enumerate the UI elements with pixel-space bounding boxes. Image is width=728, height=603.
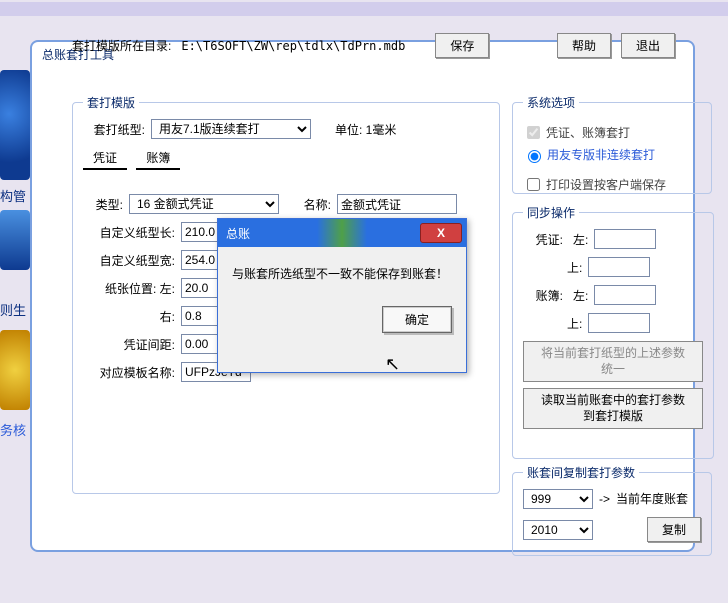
left-art-1	[0, 70, 30, 180]
path-label: 套打模版所在目录:	[72, 37, 171, 54]
tmpl-name-label: 对应模板名称:	[83, 364, 175, 381]
sync-left-label-2: 左:	[573, 287, 588, 304]
save-button[interactable]: 保存	[435, 33, 489, 58]
sync-top-label-2: 上:	[567, 315, 582, 332]
left-art-2	[0, 210, 30, 270]
radio-noncontinuous[interactable]	[528, 150, 541, 163]
legend-sysopt: 系统选项	[523, 94, 579, 111]
copy-year-select[interactable]: 2010	[523, 520, 593, 540]
paper-type-label: 套打纸型:	[83, 121, 145, 138]
copy-dest-label: 当前年度账套	[616, 492, 688, 506]
close-icon[interactable]: X	[420, 223, 462, 243]
modal-body: 与账套所选纸型不一致不能保存到账套！	[218, 247, 466, 300]
left-art-3	[0, 330, 30, 410]
copy-src-select[interactable]: 999	[523, 489, 593, 509]
exit-button[interactable]: 退出	[621, 33, 675, 58]
modal-dialog: 总账 X 与账套所选纸型不一致不能保存到账套！ 确定	[217, 218, 467, 373]
chk-client-save[interactable]	[527, 178, 540, 191]
help-button[interactable]: 帮助	[557, 33, 611, 58]
radio-noncontinuous-label: 用友专版非连续套打	[547, 146, 655, 163]
paper-type-select[interactable]: 用友7.1版连续套打	[151, 119, 311, 139]
pos-right-label: 右:	[83, 308, 175, 325]
name-label: 名称:	[291, 196, 331, 213]
type-select[interactable]: 16 金额式凭证	[129, 194, 279, 214]
tab-voucher[interactable]: 凭证	[83, 147, 127, 170]
left-text-1: 构管	[0, 186, 30, 205]
left-text-3: 务核	[0, 420, 30, 439]
custom-wid-label: 自定义纸型宽:	[83, 252, 175, 269]
custom-len-label: 自定义纸型长:	[83, 224, 175, 241]
sync-top-label-1: 上:	[567, 259, 582, 276]
modal-title-text: 总账	[226, 225, 250, 242]
fieldset-copy: 账套间复制套打参数 999 -> 当前年度账套 2010 复制	[512, 464, 712, 556]
chk-voucher-book	[527, 126, 540, 139]
sync-book-left[interactable]	[594, 285, 656, 305]
modal-message: 与账套所选纸型不一致不能保存到账套！	[232, 267, 448, 281]
fieldset-sysopt: 系统选项 凭证、账簿套打 用友专版非连续套打 打印设置按客户端保存	[512, 94, 712, 194]
modal-ok-button[interactable]: 确定	[382, 306, 452, 333]
header-strip	[0, 2, 728, 16]
sync-voucher-top[interactable]	[588, 257, 650, 277]
type-label: 类型:	[83, 196, 123, 213]
legend-template: 套打模版	[83, 94, 139, 111]
bottom-row: 套打模版所在目录: E:\T6SOFT\ZW\rep\tdlx\TdPrn.md…	[72, 33, 675, 58]
sync-book-label: 账簿:	[523, 287, 563, 304]
chk-voucher-book-label: 凭证、账簿套打	[546, 124, 630, 141]
fieldset-sync: 同步操作 凭证: 左: 上: 账簿: 左: 上: 将当前套打纸型的上述参数 统一…	[512, 204, 714, 459]
left-text-2: 则生	[0, 300, 30, 319]
btn-unify[interactable]: 将当前套打纸型的上述参数 统一	[523, 341, 703, 382]
chk-client-save-label: 打印设置按客户端保存	[546, 176, 666, 193]
btn-read-params[interactable]: 读取当前账套中的套打参数 到套打模版	[523, 388, 703, 429]
modal-titlebar: 总账 X	[218, 219, 466, 247]
legend-copy: 账套间复制套打参数	[523, 464, 639, 481]
sync-voucher-left[interactable]	[594, 229, 656, 249]
copy-button[interactable]: 复制	[647, 517, 701, 542]
unit-label: 单位: 1毫米	[335, 121, 396, 138]
sync-book-top[interactable]	[588, 313, 650, 333]
path-value: E:\T6SOFT\ZW\rep\tdlx\TdPrn.mdb	[181, 39, 405, 53]
legend-sync: 同步操作	[523, 204, 579, 221]
sync-left-label-1: 左:	[573, 231, 588, 248]
sync-voucher-label: 凭证:	[523, 231, 563, 248]
arrow-icon: ->	[599, 492, 610, 506]
name-input[interactable]	[337, 194, 457, 214]
pos-left-label: 纸张位置: 左:	[83, 280, 175, 297]
tab-book[interactable]: 账簿	[136, 147, 180, 170]
gap-label: 凭证间距:	[83, 336, 175, 353]
window-content: 套打模版 套打纸型: 用友7.1版连续套打 单位: 1毫米 凭证 账簿 类型: …	[32, 64, 693, 76]
